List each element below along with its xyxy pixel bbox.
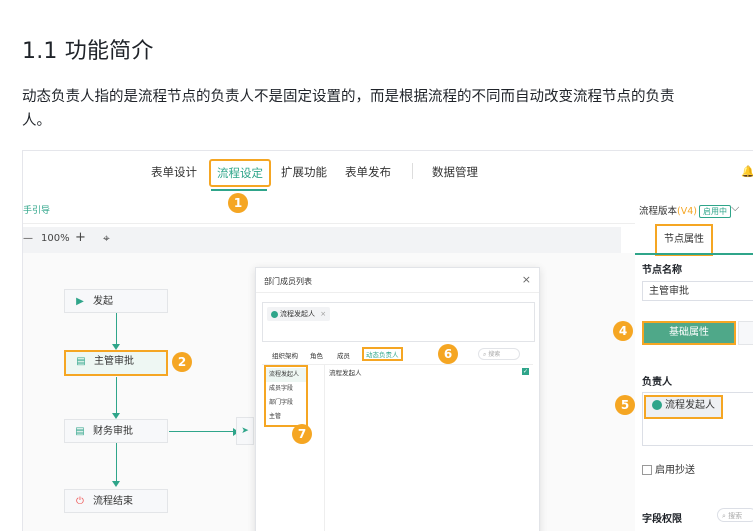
result-row[interactable]: 流程发起人 xyxy=(329,367,362,377)
tab-form-design[interactable]: 表单设计 xyxy=(151,164,197,180)
basic-properties-tab[interactable]: 基础属性 xyxy=(642,321,736,345)
connector-arrow xyxy=(112,481,120,487)
version-label: 流程版本 xyxy=(639,206,678,217)
list-item[interactable]: 流程发起人 xyxy=(266,368,306,382)
locate-icon[interactable]: ⌖ xyxy=(103,231,110,246)
owner-type-list: 流程发起人 成员字段 部门字段 主管 xyxy=(264,365,308,427)
step-badge-1: 1 xyxy=(228,193,248,213)
nav-divider xyxy=(412,163,413,179)
list-item[interactable]: 部门字段 xyxy=(266,396,306,410)
list-item[interactable]: 主管 xyxy=(266,410,306,424)
step-badge-4: 4 xyxy=(613,321,633,341)
step-badge-5: 5 xyxy=(615,395,635,415)
step-badge-7: 7 xyxy=(292,424,312,444)
zoom-out-button[interactable]: — xyxy=(23,233,33,244)
tab-dynamic-owner[interactable]: 动态负责人 xyxy=(362,347,403,361)
member-list-modal: 部门成员列表 × 流程发起人 × 组织架构 角色 成员 动态负责人 6 ⌕ 搜索… xyxy=(255,267,540,531)
top-nav: 表单设计 流程设定 扩展功能 表单发布 数据管理 🔔 xyxy=(23,151,753,191)
user-icon xyxy=(652,400,662,410)
embedded-screenshot: 表单设计 流程设定 扩展功能 表单发布 数据管理 🔔 1 手引导 流程版本(V4… xyxy=(22,150,753,531)
chevron-down-icon[interactable]: ⌵ xyxy=(731,201,739,215)
enable-cc-checkbox[interactable]: 启用抄送 xyxy=(642,461,695,476)
connector xyxy=(116,443,117,483)
node-name-input[interactable]: 主管审批 xyxy=(642,281,753,301)
flow-node-finance-approval[interactable]: ▤ 财务审批 xyxy=(64,419,168,443)
zoom-level: 100% xyxy=(41,233,70,244)
branch-connector xyxy=(169,431,235,432)
flow-node-manager-approval[interactable]: ▤ 主管审批 xyxy=(64,350,168,376)
step-badge-2: 2 xyxy=(172,352,192,372)
advanced-properties-tab[interactable] xyxy=(738,321,753,345)
chip-label: 流程发起人 xyxy=(280,310,315,318)
tab-org-structure[interactable]: 组织架构 xyxy=(272,350,298,360)
version-status-badge: 启用中 xyxy=(698,205,731,218)
play-icon: ▶ xyxy=(76,296,84,307)
flow-node-start[interactable]: ▶ 发起 xyxy=(64,289,168,313)
flow-node-end[interactable]: ⏻ 流程结束 xyxy=(64,489,168,513)
tab-node-properties[interactable]: 节点属性 xyxy=(655,224,713,256)
cc-label: 启用抄送 xyxy=(655,465,695,476)
dynamic-owner-list: 流程发起人 成员字段 部门字段 主管 xyxy=(262,365,325,531)
modal-search-input[interactable]: ⌕ 搜索 xyxy=(478,348,520,360)
modal-title: 部门成员列表 xyxy=(264,277,312,286)
connector xyxy=(116,313,117,345)
tab-extensions[interactable]: 扩展功能 xyxy=(281,164,327,180)
section-heading: 1.1 功能简介 xyxy=(22,39,154,64)
search-placeholder: 搜索 xyxy=(488,351,501,358)
tab-members[interactable]: 成员 xyxy=(337,350,350,360)
power-icon: ⏻ xyxy=(76,496,84,507)
selected-chip: 流程发起人 × xyxy=(267,307,331,321)
user-icon xyxy=(271,310,278,318)
form-icon: ▤ xyxy=(75,426,85,437)
version-value: (V4) xyxy=(677,206,697,217)
tab-roles[interactable]: 角色 xyxy=(310,350,323,360)
zoom-toolbar: — 100% + ⌖ xyxy=(23,227,621,253)
list-item[interactable]: 成员字段 xyxy=(266,382,306,396)
tab-process-settings[interactable]: 流程设定 xyxy=(209,159,271,187)
divider xyxy=(256,292,539,293)
node-label: 主管审批 xyxy=(94,356,134,367)
zoom-in-button[interactable]: + xyxy=(75,230,86,245)
step-badge-6: 6 xyxy=(438,344,458,364)
guide-link[interactable]: 手引导 xyxy=(23,203,50,216)
node-name-label: 节点名称 xyxy=(642,265,682,276)
close-icon[interactable]: × xyxy=(522,273,531,286)
tab-data-management[interactable]: 数据管理 xyxy=(432,164,478,180)
owner-chip[interactable]: 流程发起人 xyxy=(644,395,723,419)
send-icon[interactable]: ➤ xyxy=(236,417,254,445)
node-label: 财务审批 xyxy=(93,426,133,437)
field-search-placeholder: 搜索 xyxy=(728,512,743,520)
connector xyxy=(116,377,117,415)
node-label: 流程结束 xyxy=(93,496,133,507)
owner-label: 负责人 xyxy=(642,377,672,388)
node-properties-panel: 节点属性 节点名称 主管审批 基础属性 负责人 流程发起人 启用抄送 字段权限 … xyxy=(635,223,753,531)
tab-form-publish[interactable]: 表单发布 xyxy=(345,164,391,180)
field-search-input[interactable]: ⌕ 搜索 xyxy=(717,508,753,522)
notification-icon[interactable]: 🔔 xyxy=(741,165,753,178)
intro-paragraph: 动态负责人指的是流程节点的负责人不是固定设置的，而是根据流程的不同而自动改变流程… xyxy=(22,89,675,129)
process-version[interactable]: 流程版本(V4) 启用中 xyxy=(639,203,731,218)
chip-close-icon[interactable]: × xyxy=(320,310,326,318)
form-icon: ▤ xyxy=(76,356,86,367)
checkbox-checked[interactable]: ✓ xyxy=(522,368,529,375)
active-tab-underline xyxy=(211,189,267,191)
owner-chip-label: 流程发起人 xyxy=(665,400,715,411)
node-label: 发起 xyxy=(93,296,113,307)
selected-members-box[interactable]: 流程发起人 × xyxy=(262,302,535,342)
active-tab-underline xyxy=(635,253,753,255)
checkbox-icon xyxy=(642,465,652,475)
